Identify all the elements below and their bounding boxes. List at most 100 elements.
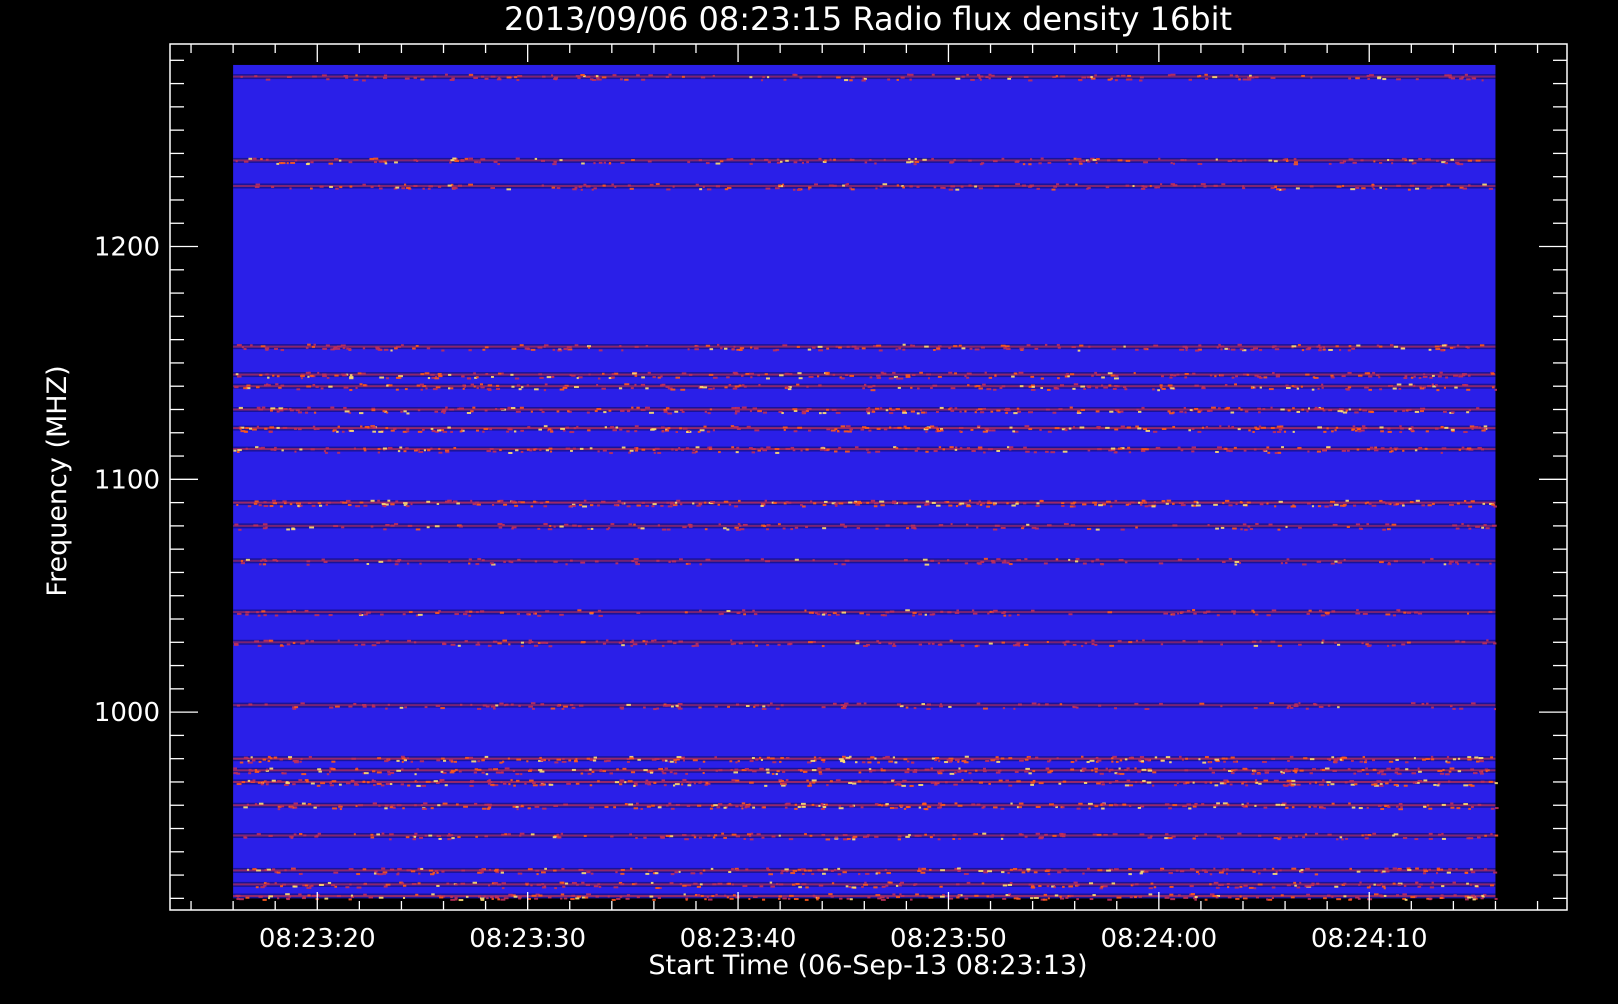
band-speckle	[982, 407, 987, 410]
band-speckle	[849, 428, 853, 431]
band-speckle	[419, 760, 425, 763]
band-speckle	[468, 558, 472, 561]
band-speckle	[1002, 707, 1006, 710]
band-speckle	[1481, 429, 1486, 432]
band-speckle	[622, 767, 627, 770]
band-speckle	[699, 503, 703, 506]
band-speckle	[1086, 867, 1090, 870]
band-speckle	[482, 807, 487, 810]
band-speckle	[1055, 75, 1058, 78]
band-speckle	[1141, 406, 1145, 409]
band-speckle	[307, 502, 312, 505]
band-speckle	[830, 429, 836, 432]
band-speckle	[621, 502, 625, 505]
band-speckle	[667, 640, 673, 643]
band-speckle	[717, 882, 723, 885]
band-speckle	[759, 885, 764, 888]
band-speckle	[918, 643, 923, 646]
band-speckle	[346, 347, 349, 350]
band-speckle	[935, 756, 940, 759]
band-speckle	[736, 427, 741, 430]
band-speckle	[1336, 643, 1341, 646]
band-speckle	[825, 371, 830, 374]
band-speckle	[1224, 347, 1228, 350]
band-speckle	[706, 895, 709, 898]
band-speckle	[304, 411, 309, 414]
band-speckle	[489, 428, 493, 431]
band-speckle	[902, 186, 905, 189]
band-speckle	[825, 838, 831, 841]
band-speckle	[406, 427, 410, 430]
band-speckle	[1024, 425, 1030, 428]
band-speckle	[412, 347, 416, 350]
band-speckle	[1304, 885, 1308, 888]
band-speckle	[563, 897, 568, 900]
band-speckle	[1346, 525, 1350, 528]
band-speckle	[645, 640, 649, 643]
band-speckle	[474, 802, 478, 805]
band-speckle	[1368, 410, 1374, 413]
band-speckle	[314, 835, 319, 838]
band-speckle	[715, 893, 718, 896]
band-speckle	[1137, 806, 1142, 809]
band-speckle	[307, 375, 310, 378]
band-speckle	[1213, 867, 1216, 870]
band-speckle	[1377, 804, 1382, 807]
band-speckle	[643, 706, 646, 709]
band-speckle	[1403, 611, 1407, 614]
band-speckle	[626, 430, 630, 433]
band-speckle	[657, 806, 662, 809]
band-speckle	[510, 407, 516, 410]
band-speckle	[818, 756, 822, 759]
band-speckle	[264, 347, 270, 350]
band-speckle	[321, 558, 325, 561]
band-speckle	[317, 768, 322, 771]
band-speckle	[556, 410, 560, 413]
band-speckle	[502, 639, 508, 642]
band-speckle	[1283, 784, 1289, 787]
band-speckle	[1254, 76, 1259, 79]
band-speckle	[950, 387, 956, 390]
band-speckle	[1440, 894, 1444, 897]
band-speckle	[949, 161, 955, 164]
band-speckle	[1479, 772, 1484, 775]
band-speckle	[482, 348, 486, 351]
band-speckle	[657, 451, 662, 454]
band-speckle	[1335, 345, 1339, 348]
band-speckle	[1237, 428, 1241, 431]
band-speckle	[1453, 346, 1456, 349]
band-speckle	[1307, 897, 1311, 900]
band-speckle	[590, 527, 594, 530]
band-speckle	[619, 706, 625, 709]
band-speckle	[882, 183, 888, 186]
band-speckle	[1169, 893, 1174, 896]
band-speckle	[845, 374, 849, 377]
band-speckle	[832, 702, 837, 705]
band-speckle	[312, 75, 317, 78]
band-speckle	[620, 872, 625, 875]
band-speckle	[508, 783, 511, 786]
band-speckle	[621, 644, 625, 647]
band-speckle	[396, 769, 401, 772]
band-speckle	[420, 804, 423, 807]
band-speckle	[538, 894, 543, 897]
band-speckle	[506, 188, 512, 191]
band-speckle	[593, 885, 599, 888]
band-speckle	[421, 807, 427, 810]
band-speckle	[387, 446, 393, 449]
band-speckle	[1455, 161, 1460, 164]
band-speckle	[248, 703, 253, 706]
band-speckle	[808, 611, 814, 614]
band-speckle	[443, 412, 446, 415]
band-speckle	[885, 803, 889, 806]
band-speckle	[751, 756, 755, 759]
band-speckle	[588, 373, 591, 376]
band-speckle	[652, 376, 656, 379]
band-speckle	[732, 387, 738, 390]
band-speckle	[586, 893, 592, 896]
band-speckle	[515, 157, 520, 160]
band-speckle	[1205, 77, 1209, 80]
band-speckle	[618, 641, 623, 644]
band-speckle	[1031, 609, 1035, 612]
band-speckle	[624, 78, 629, 81]
